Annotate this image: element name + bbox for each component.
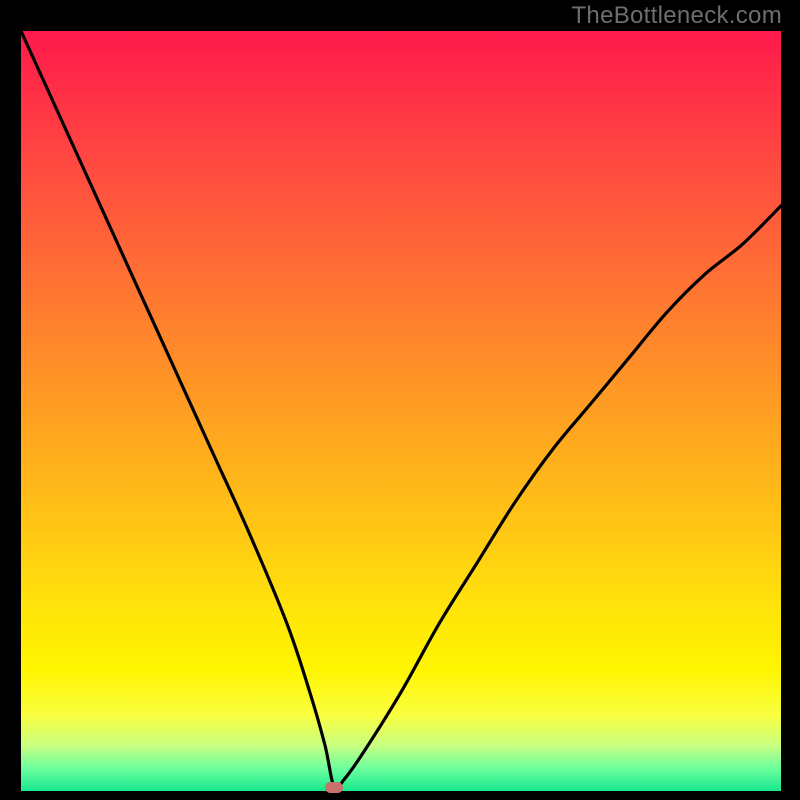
plot-area xyxy=(21,31,781,791)
watermark-text: TheBottleneck.com xyxy=(571,2,782,30)
bottleneck-curve xyxy=(21,31,781,789)
optimal-point-marker xyxy=(325,782,343,793)
chart-frame: TheBottleneck.com xyxy=(0,0,800,800)
curve-svg xyxy=(21,31,781,791)
